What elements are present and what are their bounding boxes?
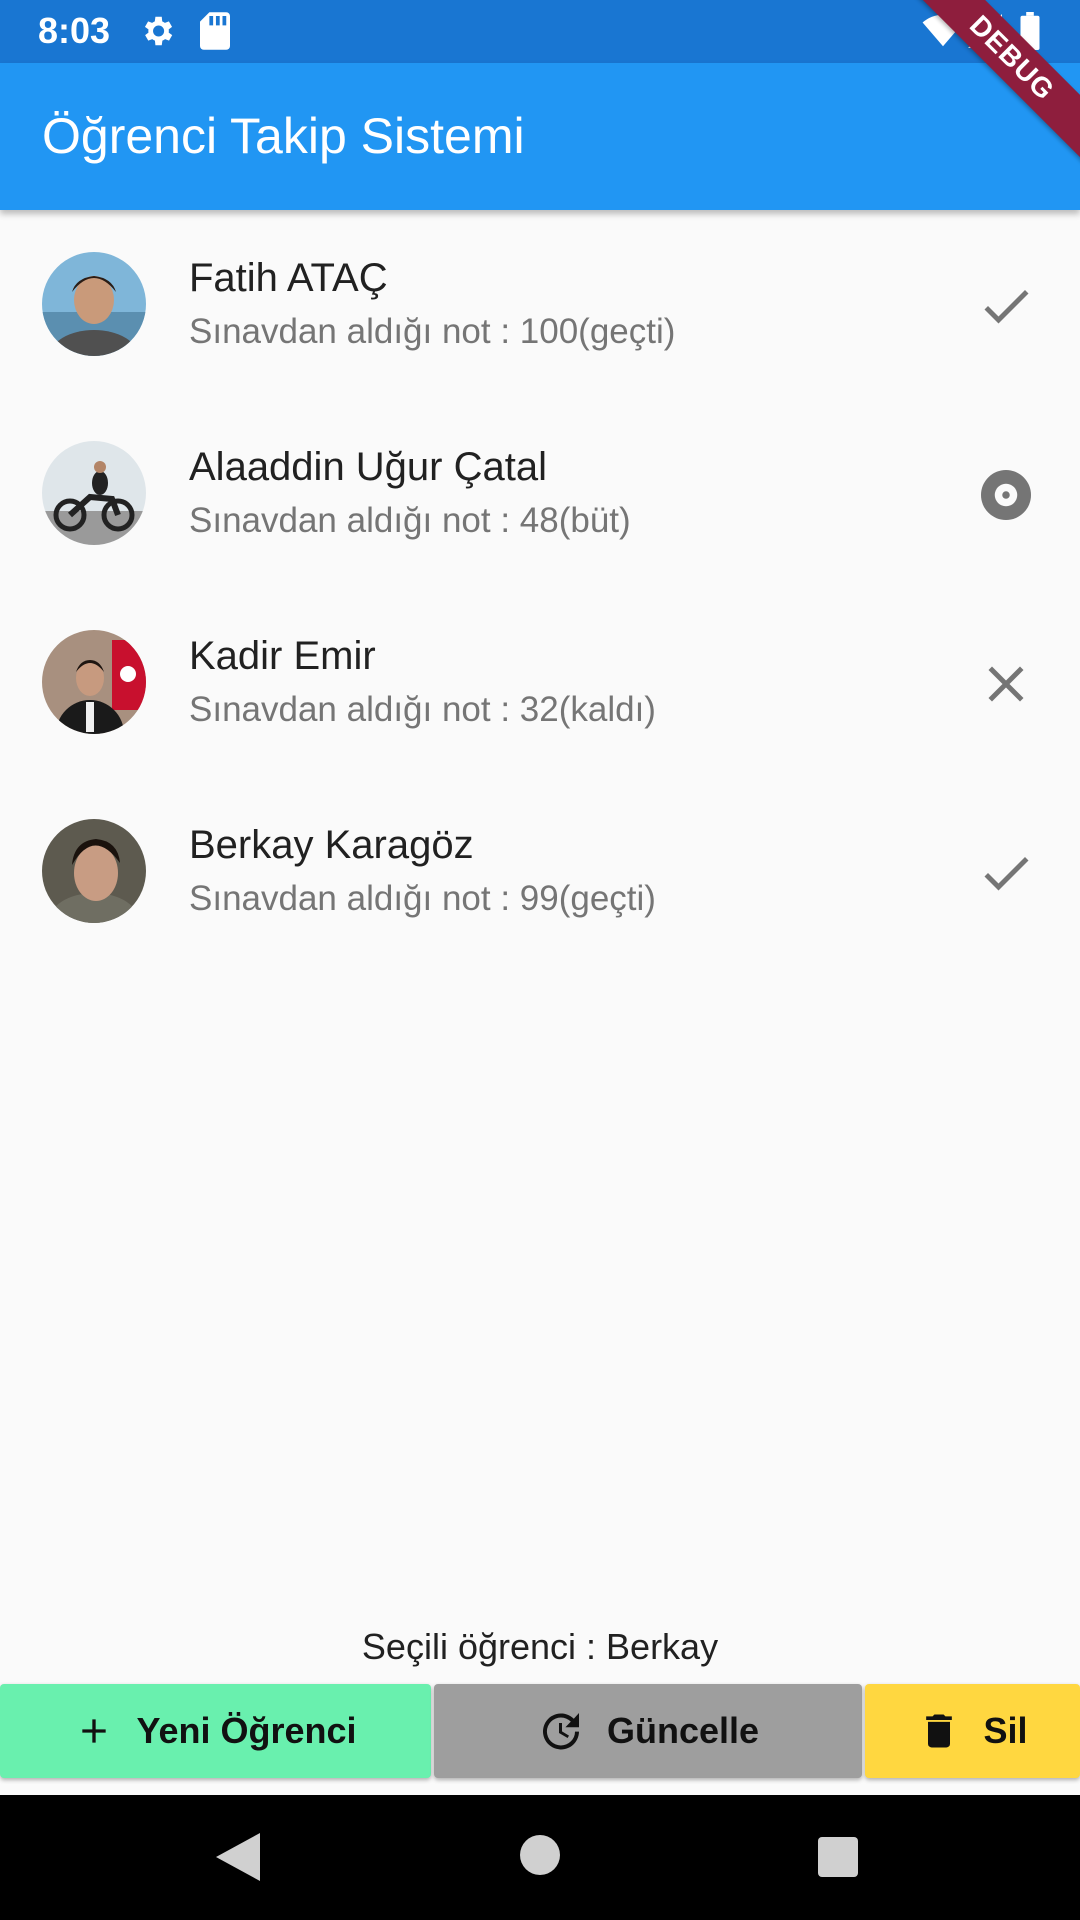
avatar <box>42 441 146 545</box>
check-icon <box>984 290 1029 324</box>
student-name: Fatih ATAÇ <box>189 256 388 300</box>
back-icon[interactable] <box>216 1833 260 1881</box>
avatar <box>42 252 146 356</box>
app-bar: Öğrenci Takip Sistemi <box>0 63 1080 210</box>
update-button[interactable]: Güncelle <box>434 1684 862 1778</box>
close-icon <box>988 666 1024 702</box>
delete-button[interactable]: Sil <box>865 1684 1080 1778</box>
avatar <box>42 630 146 734</box>
student-row[interactable]: Alaaddin Uğur Çatal Sınavdan aldığı not … <box>0 399 1080 588</box>
student-row[interactable]: Fatih ATAÇ Sınavdan aldığı not : 100(geç… <box>0 210 1080 399</box>
status-bar: 8:03 <box>0 0 1080 63</box>
add-icon <box>82 1719 107 1743</box>
trash-icon <box>926 1714 953 1748</box>
recent-apps-icon[interactable] <box>818 1837 858 1877</box>
student-name: Kadir Emir <box>189 634 376 678</box>
add-student-label: Yeni Öğrenci <box>136 1710 357 1751</box>
student-grade: Sınavdan aldığı not : 100(geçti) <box>189 312 676 351</box>
status-time: 8:03 <box>38 10 111 51</box>
student-list: Fatih ATAÇ Sınavdan aldığı not : 100(geç… <box>0 210 1080 966</box>
update-icon <box>542 1713 579 1750</box>
delete-label: Sil <box>983 1710 1028 1751</box>
student-name: Berkay Karagöz <box>189 823 474 867</box>
add-student-button[interactable]: Yeni Öğrenci <box>0 1684 431 1778</box>
home-icon[interactable] <box>520 1835 560 1875</box>
student-name: Alaaddin Uğur Çatal <box>189 445 547 489</box>
student-row[interactable]: Berkay Karagöz Sınavdan aldığı not : 99(… <box>0 777 1080 966</box>
navigation-bar <box>0 1795 1080 1920</box>
check-icon <box>984 857 1029 891</box>
update-label: Güncelle <box>606 1710 760 1751</box>
student-grade: Sınavdan aldığı not : 99(geçti) <box>189 879 656 918</box>
student-grade: Sınavdan aldığı not : 48(büt) <box>189 501 631 540</box>
album-icon <box>981 470 1031 520</box>
selected-student-label: Seçili öğrenci : Berkay <box>361 1626 719 1667</box>
page-title: Öğrenci Takip Sistemi <box>42 108 525 164</box>
avatar <box>42 819 146 923</box>
student-grade: Sınavdan aldığı not : 32(kaldı) <box>189 690 656 729</box>
settings-gear-icon <box>144 16 173 46</box>
student-row[interactable]: Kadir Emir Sınavdan aldığı not : 32(kald… <box>0 588 1080 777</box>
sd-card-icon <box>200 12 230 50</box>
